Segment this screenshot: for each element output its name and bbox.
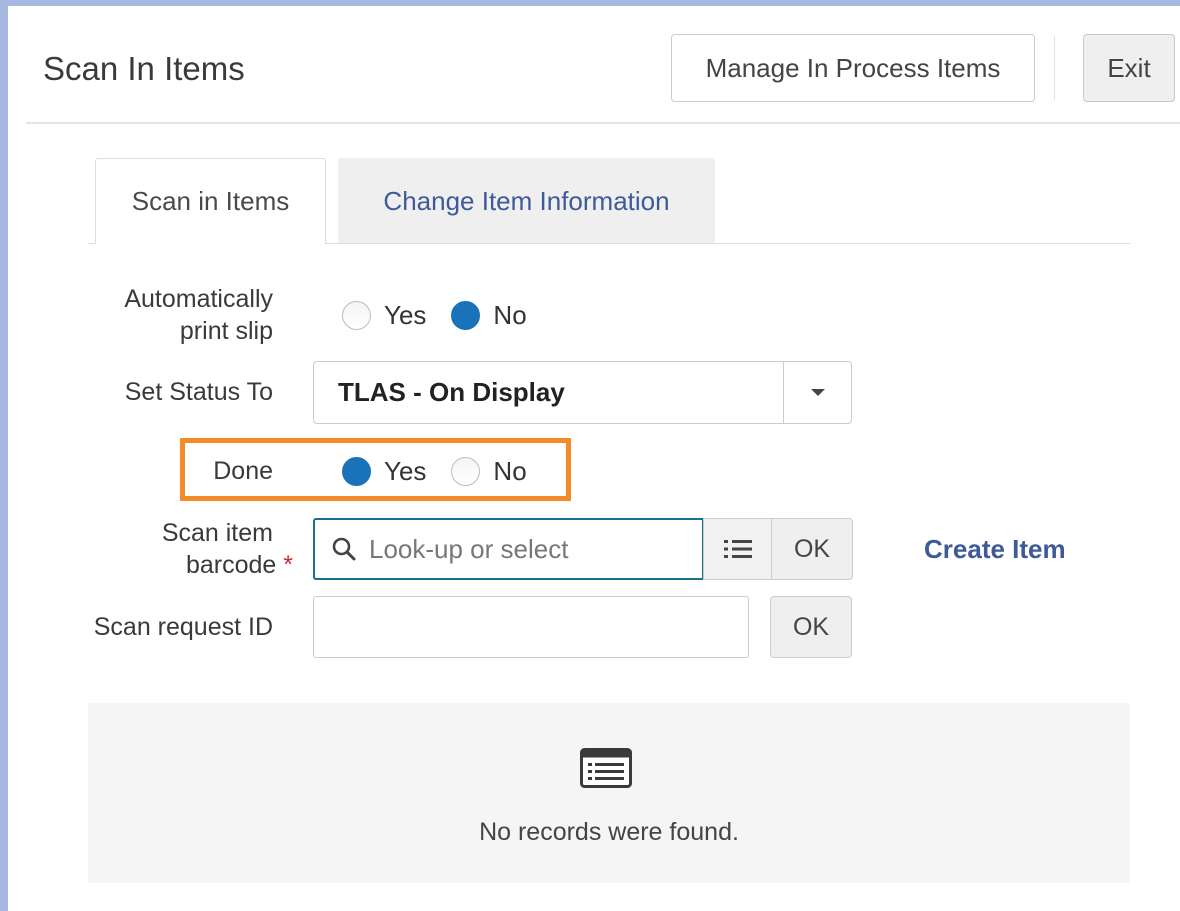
done-no-label: No [493, 456, 527, 486]
list-icon [723, 540, 752, 558]
page-title: Scan In Items [43, 50, 245, 87]
tab-change-item-information[interactable]: Change Item Information [338, 158, 715, 244]
create-item-link[interactable]: Create Item [924, 534, 1066, 565]
auto-print-yes-circle[interactable] [342, 301, 371, 330]
auto-print-label: Automatically print slip [68, 283, 273, 347]
done-radio-group: Yes No [342, 456, 527, 487]
barcode-label-line2: barcode * [68, 549, 293, 581]
request-label: Scan request ID [93, 613, 273, 641]
required-marker: * [283, 551, 293, 579]
done-yes-label: Yes [384, 456, 427, 486]
done-no-radio[interactable]: No [451, 456, 527, 487]
status-label: Set Status To [124, 378, 273, 406]
request-ok-button[interactable]: OK [770, 596, 852, 658]
exit-button[interactable]: Exit [1083, 34, 1175, 102]
done-yes-circle[interactable] [342, 457, 371, 486]
barcode-label-line1: Scan item [161, 519, 273, 547]
results-panel: No records were found. [88, 703, 1130, 883]
request-id-input[interactable] [314, 597, 748, 657]
auto-print-yes-label: Yes [384, 300, 427, 330]
no-records-text: No records were found. [479, 818, 739, 846]
auto-print-label-line2: print slip [179, 317, 273, 345]
auto-print-yes-radio[interactable]: Yes [342, 300, 426, 331]
done-yes-radio[interactable]: Yes [342, 456, 426, 487]
done-label: Done [213, 457, 273, 485]
header-divider-line [26, 122, 1180, 124]
barcode-label-text: barcode [185, 551, 277, 579]
auto-print-radio-group: Yes No [342, 300, 527, 331]
barcode-input[interactable] [369, 533, 689, 565]
chevron-down-icon [810, 389, 825, 396]
search-icon [332, 537, 356, 561]
barcode-list-button[interactable] [703, 518, 772, 580]
auto-print-no-circle[interactable] [451, 301, 481, 330]
auto-print-no-radio[interactable]: No [451, 300, 527, 331]
auto-print-label-line1: Automatically [124, 285, 273, 313]
status-select-toggle[interactable] [783, 362, 851, 423]
tab-scan-in-items[interactable]: Scan in Items [95, 158, 326, 244]
auto-print-no-label: No [493, 300, 527, 330]
request-input-wrapper [313, 596, 749, 658]
page-frame: Scan In Items Manage In Process Items Ex… [0, 0, 1180, 911]
records-list-icon [580, 748, 632, 788]
manage-in-process-items-button[interactable]: Manage In Process Items [671, 34, 1035, 102]
header-divider [1054, 36, 1055, 100]
barcode-input-wrapper [313, 518, 704, 580]
done-no-circle[interactable] [451, 457, 481, 486]
barcode-label: Scan item barcode * [68, 517, 293, 581]
status-select-value: TLAS - On Display [338, 377, 565, 407]
barcode-ok-button[interactable]: OK [771, 518, 853, 580]
status-select[interactable]: TLAS - On Display [313, 361, 852, 424]
